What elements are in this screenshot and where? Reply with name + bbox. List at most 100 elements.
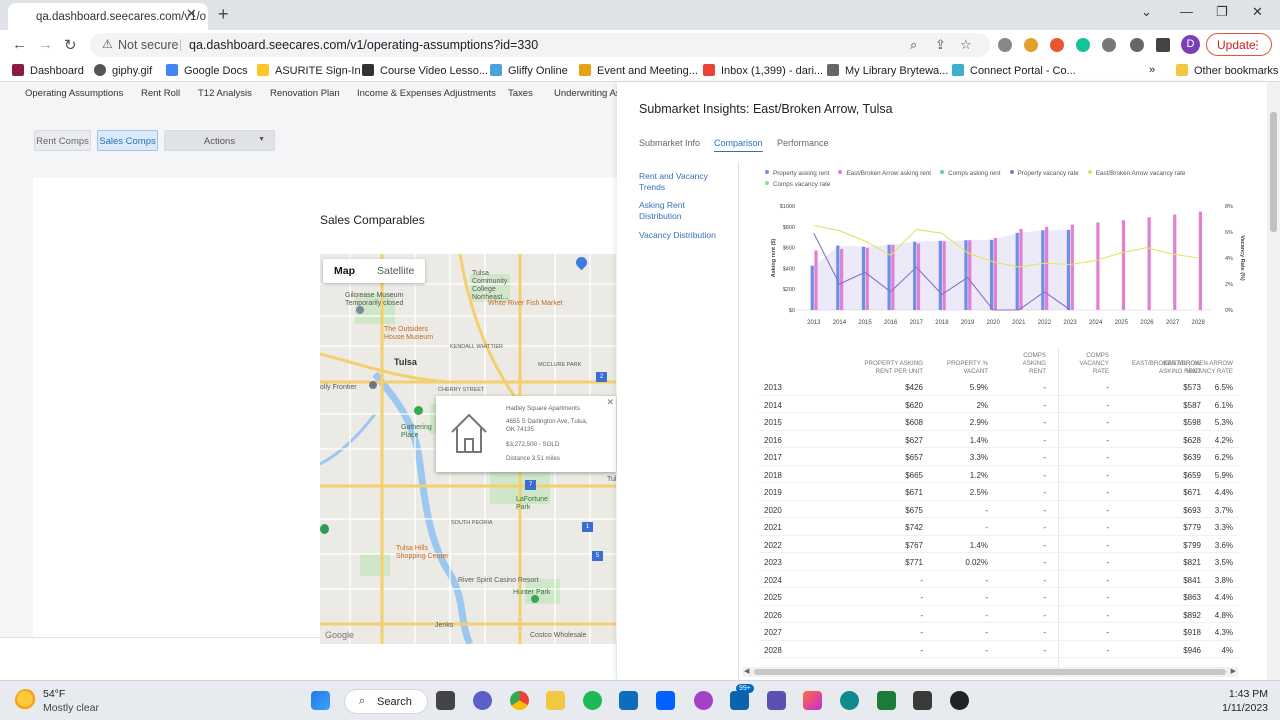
new-tab-icon[interactable]: +	[218, 4, 229, 25]
vertical-scroll-thumb[interactable]	[1270, 112, 1277, 232]
close-tab-icon[interactable]: ✕	[186, 6, 197, 22]
popup-close-icon[interactable]: ✕	[606, 397, 614, 408]
url-text[interactable]: qa.dashboard.seecares.com/v1/operating-a…	[189, 38, 538, 52]
landmark-pin-icon[interactable]	[369, 381, 377, 389]
windows-start-icon[interactable]	[311, 691, 330, 710]
forward-icon[interactable]: →	[38, 36, 53, 53]
table-cell: $742	[905, 523, 923, 532]
rent-comps-button[interactable]: Rent Comps	[34, 130, 91, 151]
vertical-scrollbar[interactable]	[1267, 82, 1280, 680]
bookmark-other[interactable]: Other bookmarks	[1176, 64, 1278, 77]
horizontal-scrollbar[interactable]: ◀ ▶	[742, 667, 1238, 677]
zoom-icon[interactable]: ⌕	[910, 37, 917, 53]
taskbar-search[interactable]: ⌕ Search	[344, 689, 428, 714]
bookmark-star-icon[interactable]: ☆	[960, 37, 972, 53]
nav-renovation-plan[interactable]: Renovation Plan	[270, 88, 340, 99]
back-icon[interactable]: ←	[12, 36, 27, 53]
github-icon[interactable]	[950, 691, 969, 710]
sidebar-panel-icon[interactable]	[1156, 38, 1170, 52]
spotify-icon[interactable]	[583, 691, 602, 710]
museum-pin-icon[interactable]	[356, 306, 364, 314]
x-tick-label: 2016	[884, 320, 898, 326]
bookmark-giphy[interactable]: giphy.gif	[94, 64, 152, 77]
table-cell: -	[1106, 610, 1109, 620]
weather-temperature[interactable]: 54°F	[43, 688, 65, 700]
address-bar[interactable]: ⚠ Not secure | qa.dashboard.seecares.com…	[90, 33, 990, 57]
table-cell: $657	[905, 453, 923, 462]
park-pin-icon[interactable]	[414, 406, 423, 415]
bookmark-dashboard[interactable]: Dashboard	[12, 64, 84, 77]
puzzle-extensions-icon[interactable]	[1130, 38, 1144, 52]
weather-sun-icon[interactable]	[15, 689, 37, 711]
update-button[interactable]: Update ⋮	[1206, 33, 1272, 56]
minimize-icon[interactable]: —	[1180, 4, 1193, 19]
bookmark-course-video[interactable]: Course Video Lesso...	[362, 64, 488, 77]
table-row: 2027 - - - - $918 4.3%	[759, 623, 1239, 641]
close-window-icon[interactable]: ✕	[1252, 4, 1263, 20]
property-popup[interactable]: ✕ Hadley Square Apartments 4655 S Darlin…	[436, 396, 616, 472]
horizontal-scroll-thumb[interactable]	[754, 669, 1226, 675]
profile-avatar[interactable]: D	[1181, 35, 1200, 54]
vscode-icon[interactable]	[767, 691, 786, 710]
store-icon[interactable]	[619, 691, 638, 710]
edge-icon[interactable]	[840, 691, 859, 710]
bar-submarket-rent	[1045, 226, 1049, 310]
table-cell: 4.3%	[1214, 628, 1233, 637]
clock-time[interactable]: 1:43 PM	[1226, 688, 1268, 700]
nav-t12-analysis[interactable]: T12 Analysis	[198, 88, 252, 99]
bookmark-google-docs[interactable]: Google Docs	[166, 64, 248, 77]
nav-rent-roll[interactable]: Rent Roll	[141, 88, 180, 99]
mail-icon[interactable]	[730, 691, 749, 710]
map-label-white-river: White River Fish Market	[488, 300, 563, 307]
satellite-view-button[interactable]: Satellite	[366, 259, 425, 283]
table-cell: -	[1043, 628, 1046, 637]
nav-operating-assumptions[interactable]: Operating Assumptions	[25, 88, 123, 99]
key-extension-icon[interactable]	[1024, 38, 1038, 52]
browser-tab[interactable]: qa.dashboard.seecares.com/v1/o	[8, 3, 208, 30]
nav-income-expenses[interactable]: Income & Expenses Adjustments	[357, 88, 496, 99]
event-icon	[579, 64, 591, 76]
scroll-right-icon[interactable]: ▶	[1231, 667, 1236, 675]
bookmark-event[interactable]: Event and Meeting...	[579, 64, 698, 77]
nav-underwriting[interactable]: Underwriting As	[554, 88, 621, 99]
tab-search-icon[interactable]: ⌄	[1141, 4, 1152, 20]
creative-cloud-icon[interactable]	[803, 691, 822, 710]
reload-icon[interactable]: ↻	[64, 36, 77, 54]
bookmarks-overflow-icon[interactable]: »	[1149, 64, 1155, 76]
clock-date[interactable]: 1/11/2023	[1210, 702, 1268, 714]
teams-chat-icon[interactable]	[473, 691, 492, 710]
shield-extension-icon[interactable]	[998, 38, 1012, 52]
media-app-icon[interactable]	[694, 691, 713, 710]
table-cell: $799	[1183, 540, 1201, 550]
editor-icon[interactable]	[913, 691, 932, 710]
poi-pin-icon[interactable]	[320, 524, 329, 534]
maximize-icon[interactable]: ❐	[1216, 4, 1228, 20]
table-cell: -	[985, 523, 988, 532]
map-view-button[interactable]: Map	[323, 259, 366, 283]
asurite-icon	[257, 64, 269, 76]
weather-description[interactable]: Mostly clear	[43, 702, 99, 714]
bookmark-inbox[interactable]: Inbox (1,399) - dari...	[703, 64, 823, 77]
bookmark-connect[interactable]: Connect Portal - Co...	[952, 64, 1076, 77]
bookmark-library[interactable]: My Library Brytewa...	[827, 64, 948, 77]
grammarly-icon[interactable]	[1076, 38, 1090, 52]
check-extension-icon[interactable]	[1102, 38, 1116, 52]
excel-like-icon[interactable]	[877, 691, 896, 710]
sales-comps-button[interactable]: Sales Comps	[97, 130, 158, 151]
actions-dropdown[interactable]: Actions ▼	[164, 130, 275, 151]
alert-extension-icon[interactable]	[1050, 38, 1064, 52]
nav-taxes[interactable]: Taxes	[508, 88, 533, 99]
chrome-icon[interactable]	[510, 691, 529, 710]
table-cell-year: 2017	[764, 453, 782, 462]
bookmark-asurite[interactable]: ASURITE Sign-In	[257, 64, 361, 77]
task-view-icon[interactable]	[436, 691, 455, 710]
bookmark-gliffy[interactable]: Gliffy Online	[490, 64, 568, 77]
share-icon[interactable]: ⇪	[935, 37, 946, 53]
warning-icon[interactable]: ⚠	[102, 37, 113, 51]
scroll-left-icon[interactable]: ◀	[744, 667, 749, 675]
hunter-park-pin-icon[interactable]	[531, 595, 539, 603]
table-cell: -	[1106, 523, 1109, 532]
file-explorer-icon[interactable]	[546, 691, 565, 710]
dropbox-icon[interactable]	[656, 691, 675, 710]
table-cell: -	[985, 575, 988, 585]
